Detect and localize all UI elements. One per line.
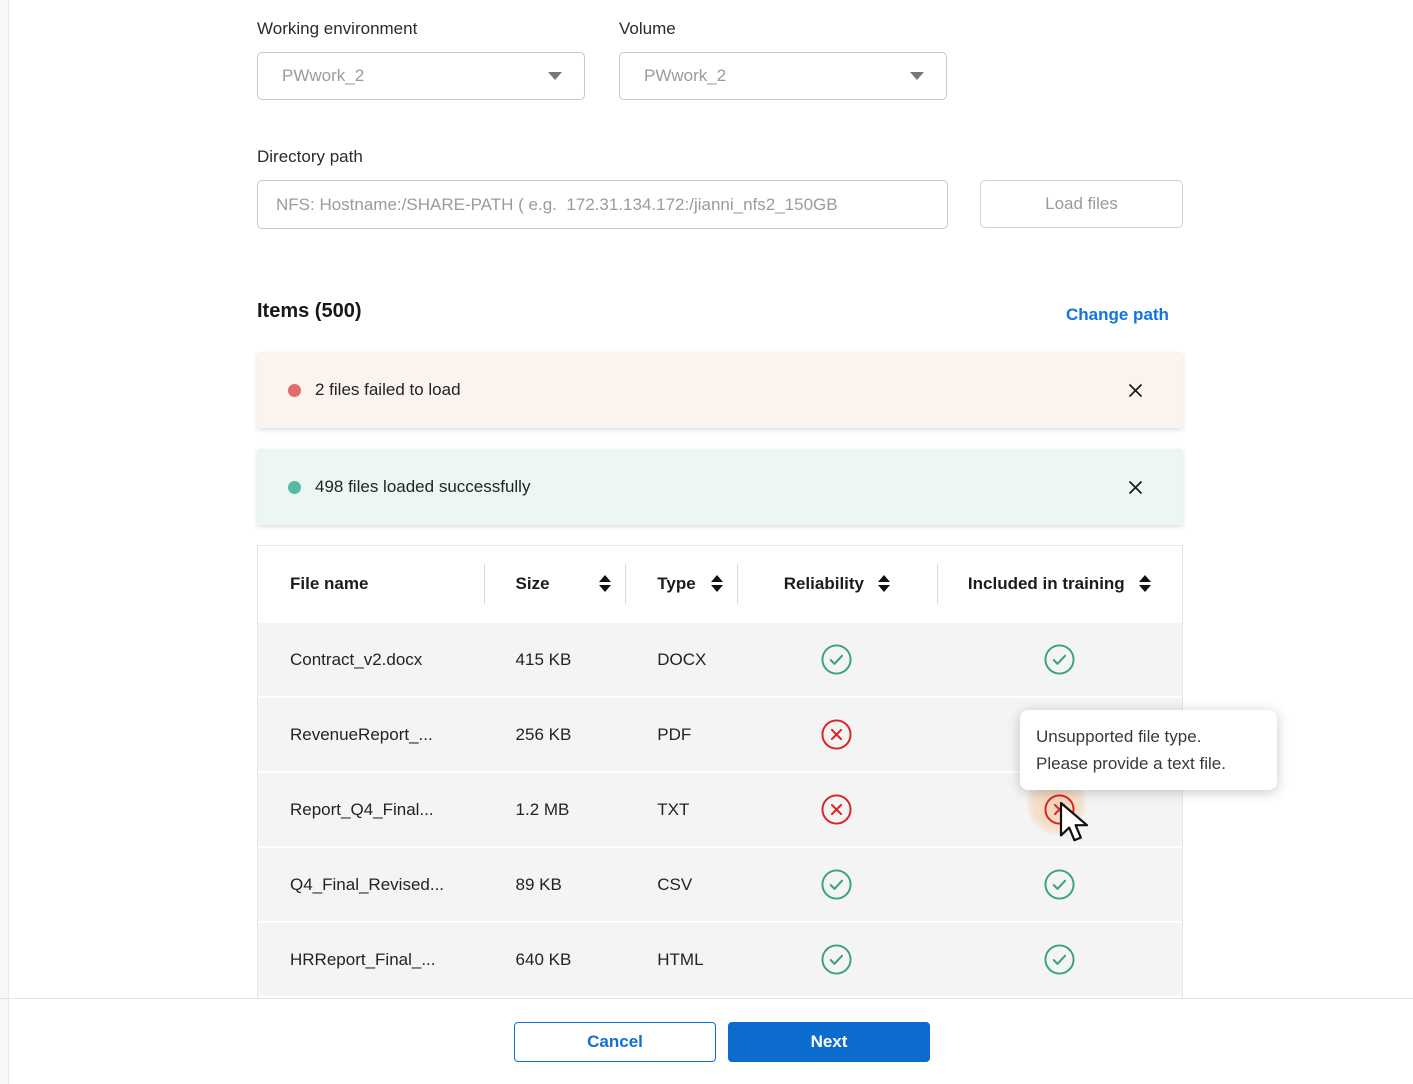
volume-value: PWwork_2 bbox=[644, 66, 726, 86]
column-header-included-in-training[interactable]: Included in training bbox=[937, 546, 1182, 621]
check-circle-icon[interactable] bbox=[821, 869, 852, 900]
size-cell: 256 KB bbox=[484, 698, 626, 771]
load-files-button[interactable]: Load files bbox=[980, 180, 1183, 228]
check-circle-icon[interactable] bbox=[821, 944, 852, 975]
success-dot-icon bbox=[288, 481, 301, 494]
included-in-training-cell bbox=[937, 923, 1182, 996]
next-button[interactable]: Next bbox=[728, 1022, 930, 1062]
footer-divider bbox=[0, 998, 1413, 999]
sort-icon bbox=[711, 575, 723, 592]
alert-files-failed: 2 files failed to load bbox=[257, 352, 1183, 428]
working-environment-value: PWwork_2 bbox=[282, 66, 364, 86]
included-in-training-cell bbox=[937, 848, 1182, 921]
file-name-cell: HRReport_Final_... bbox=[258, 923, 484, 996]
x-circle-icon[interactable] bbox=[821, 719, 852, 750]
file-name-cell: RevenueReport_... bbox=[258, 698, 484, 771]
type-cell: TXT bbox=[625, 773, 737, 846]
tooltip-line-1: Unsupported file type. bbox=[1036, 723, 1261, 750]
working-environment-label: Working environment bbox=[257, 19, 417, 39]
items-title: Items (500) bbox=[257, 300, 362, 323]
column-header-size[interactable]: Size bbox=[484, 546, 626, 621]
type-cell: PDF bbox=[625, 698, 737, 771]
change-path-link[interactable]: Change path bbox=[1066, 305, 1169, 325]
tooltip: Unsupported file type. Please provide a … bbox=[1020, 710, 1277, 790]
column-header-reliability[interactable]: Reliability bbox=[737, 546, 937, 621]
table-row: HRReport_Final_...640 KBHTML bbox=[258, 923, 1182, 996]
reliability-cell bbox=[737, 773, 937, 846]
close-icon[interactable] bbox=[1125, 380, 1145, 400]
size-cell: 415 KB bbox=[484, 623, 626, 696]
volume-label: Volume bbox=[619, 19, 676, 39]
reliability-cell bbox=[737, 848, 937, 921]
file-name-cell: Report_Q4_Final... bbox=[258, 773, 484, 846]
error-dot-icon bbox=[288, 384, 301, 397]
table-header-row: File name Size Type Reliability Included… bbox=[258, 546, 1182, 621]
sort-icon bbox=[599, 575, 611, 592]
check-circle-icon[interactable] bbox=[1044, 644, 1075, 675]
column-header-type[interactable]: Type bbox=[625, 546, 737, 621]
column-header-file-name: File name bbox=[258, 546, 484, 621]
cancel-button[interactable]: Cancel bbox=[514, 1022, 716, 1062]
included-in-training-cell bbox=[937, 623, 1182, 696]
size-cell: 640 KB bbox=[484, 923, 626, 996]
alert-text: 498 files loaded successfully bbox=[315, 477, 1125, 497]
check-circle-icon[interactable] bbox=[1044, 944, 1075, 975]
file-name-cell: Contract_v2.docx bbox=[258, 623, 484, 696]
tooltip-line-2: Please provide a text file. bbox=[1036, 750, 1261, 777]
page-left-edge bbox=[0, 0, 9, 1084]
x-circle-icon[interactable] bbox=[821, 794, 852, 825]
reliability-cell bbox=[737, 623, 937, 696]
working-environment-select[interactable]: PWwork_2 bbox=[257, 52, 585, 100]
chevron-down-icon bbox=[910, 72, 924, 80]
table-body: Contract_v2.docx415 KBDOCXRevenueReport_… bbox=[258, 623, 1182, 996]
check-circle-icon[interactable] bbox=[1044, 869, 1075, 900]
table-row: Contract_v2.docx415 KBDOCX bbox=[258, 623, 1182, 696]
size-cell: 89 KB bbox=[484, 848, 626, 921]
size-cell: 1.2 MB bbox=[484, 773, 626, 846]
close-icon[interactable] bbox=[1125, 477, 1145, 497]
sort-icon bbox=[878, 575, 890, 592]
type-cell: HTML bbox=[625, 923, 737, 996]
reliability-cell bbox=[737, 698, 937, 771]
table-row: Q4_Final_Revised...89 KBCSV bbox=[258, 848, 1182, 921]
volume-select[interactable]: PWwork_2 bbox=[619, 52, 947, 100]
reliability-cell bbox=[737, 923, 937, 996]
alert-files-loaded: 498 files loaded successfully bbox=[257, 449, 1183, 525]
chevron-down-icon bbox=[548, 72, 562, 80]
check-circle-icon[interactable] bbox=[821, 644, 852, 675]
type-cell: DOCX bbox=[625, 623, 737, 696]
x-circle-icon[interactable] bbox=[1044, 794, 1075, 825]
file-name-cell: Q4_Final_Revised... bbox=[258, 848, 484, 921]
sort-icon bbox=[1139, 575, 1151, 592]
directory-path-input[interactable] bbox=[257, 180, 948, 229]
type-cell: CSV bbox=[625, 848, 737, 921]
directory-path-label: Directory path bbox=[257, 147, 363, 167]
alert-text: 2 files failed to load bbox=[315, 380, 1125, 400]
